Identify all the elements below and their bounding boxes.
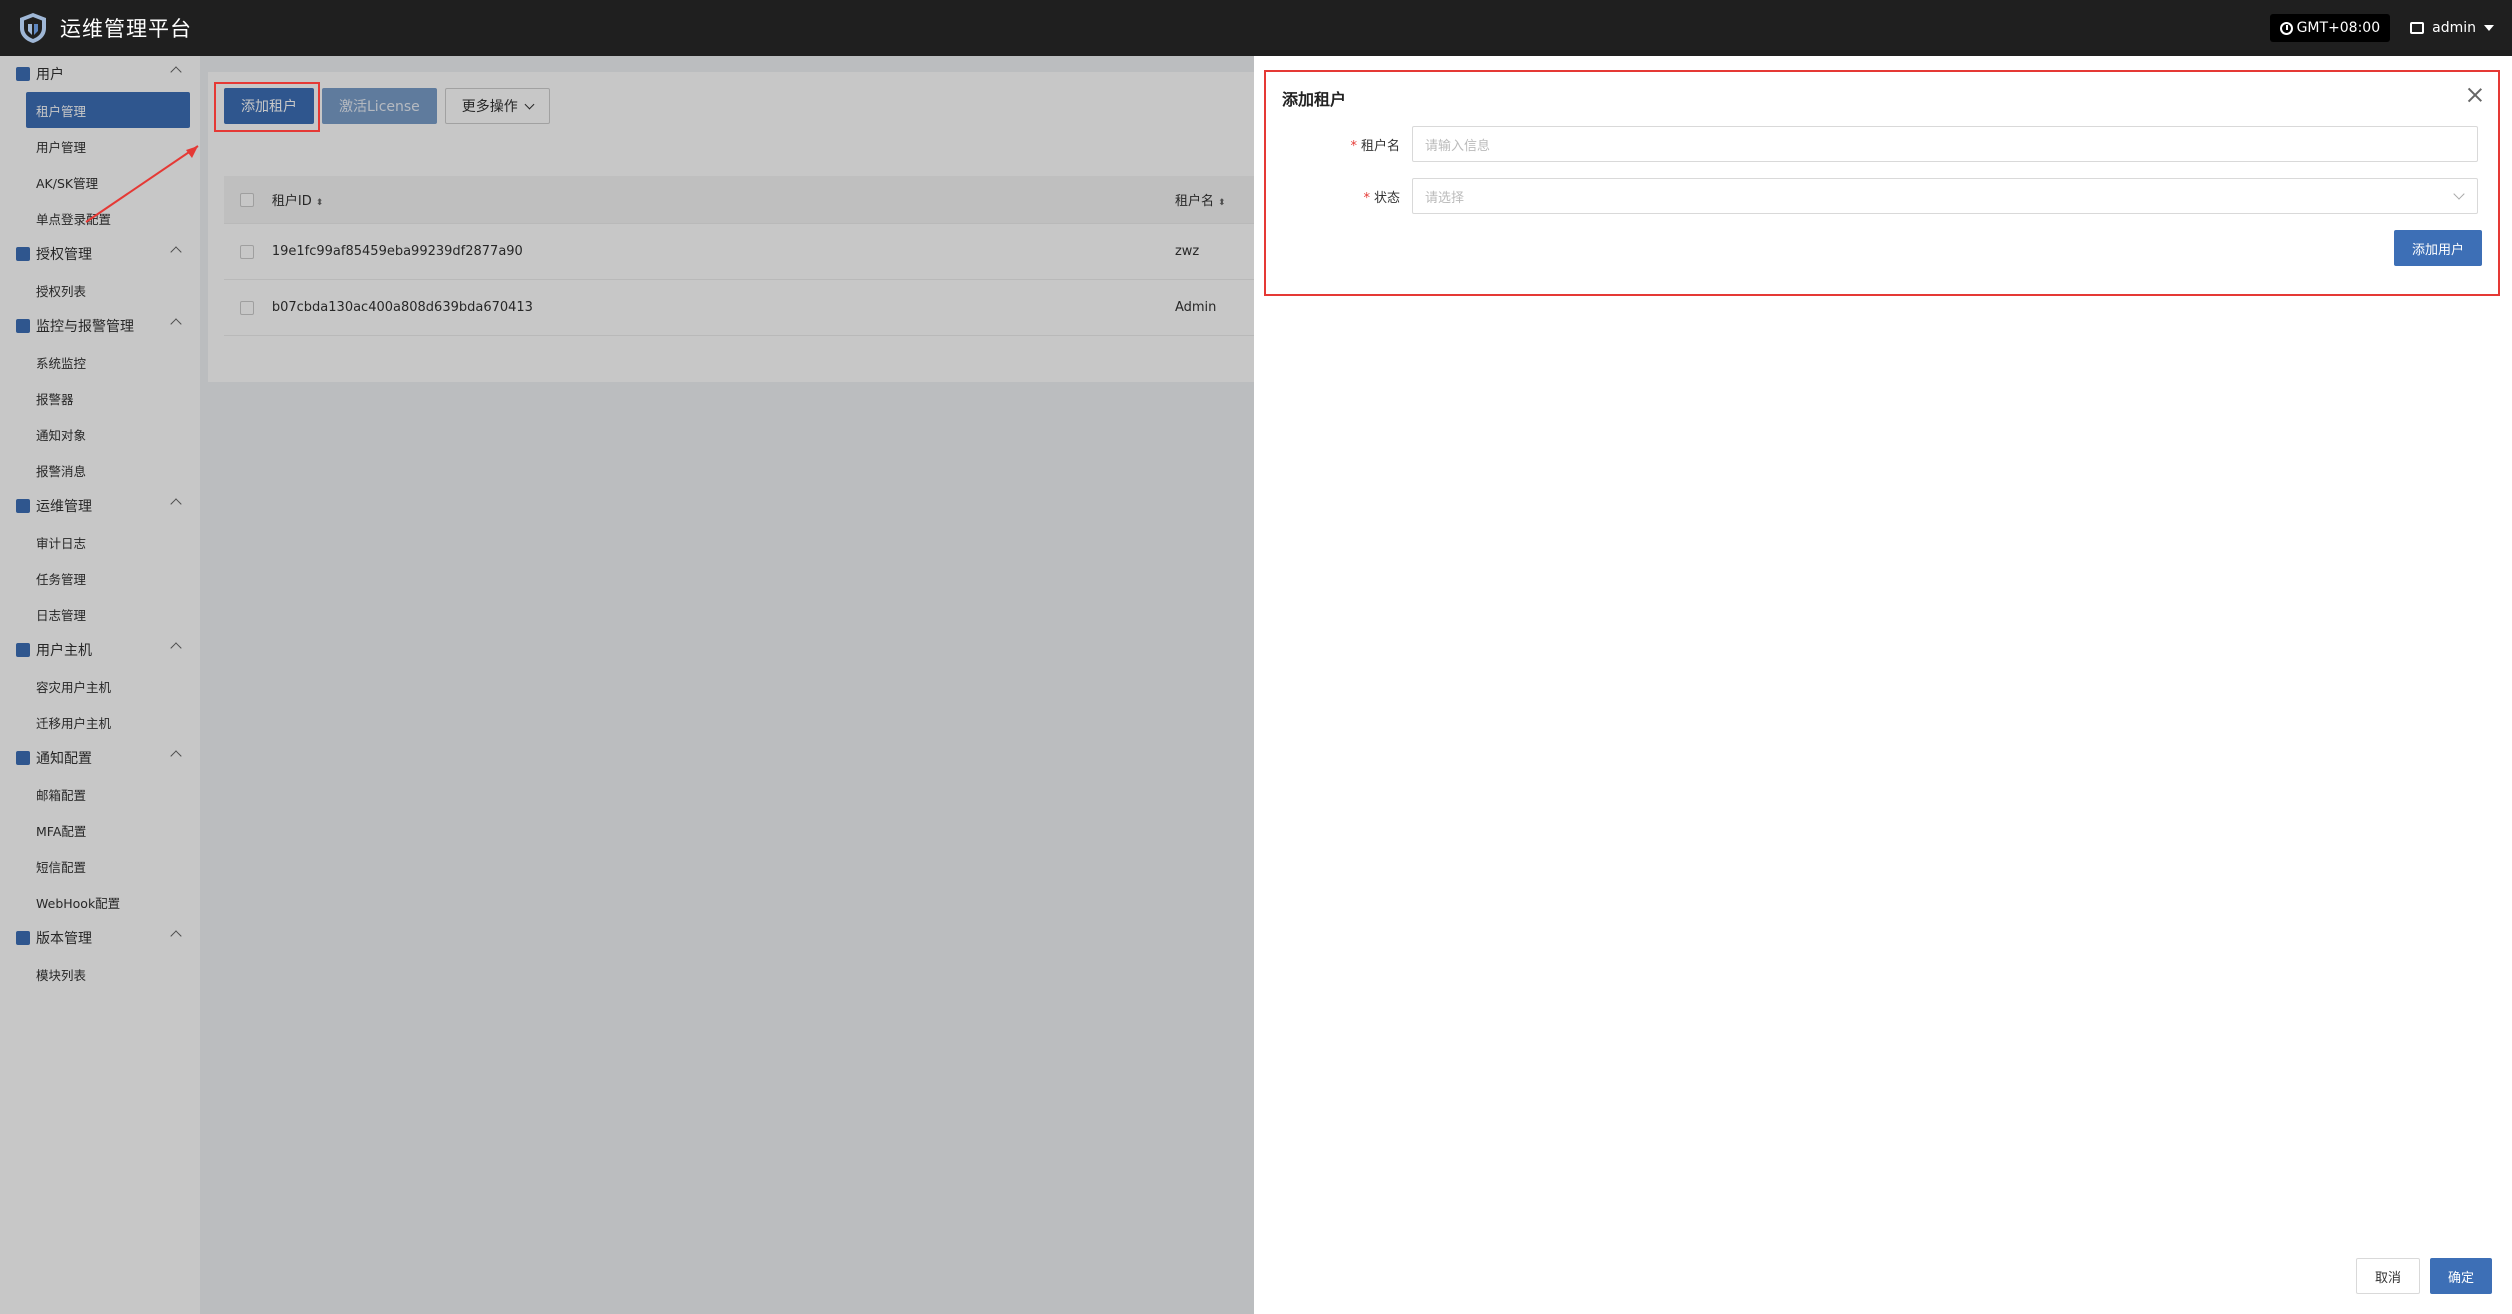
confirm-button[interactable]: 确定	[2429, 1258, 2492, 1294]
status-select[interactable]: 请选择	[1412, 178, 2478, 214]
drawer-highlight-frame: 添加租户 * 租户名 请输入信息 * 状态 请选择 添加用户	[1264, 70, 2500, 296]
drawer-footer: 取消 确定	[2355, 1258, 2492, 1294]
drawer-title: 添加租户	[1282, 90, 1347, 109]
chevron-down-icon	[2453, 188, 2465, 200]
add-user-button[interactable]: 添加用户	[2393, 230, 2482, 266]
status-label: * 状态	[1363, 190, 1400, 206]
close-icon[interactable]	[2466, 86, 2484, 104]
status-placeholder: 请选择	[1425, 190, 1465, 206]
tenant-name-input[interactable]: 请输入信息	[1412, 126, 2478, 162]
add-tenant-drawer: 添加租户 * 租户名 请输入信息 * 状态 请选择 添加用户 取消 确定	[1254, 56, 2512, 1314]
form-row-tenant-name: * 租户名 请输入信息	[1266, 126, 2502, 162]
cancel-button[interactable]: 取消	[2355, 1258, 2420, 1294]
form-row-status: * 状态 请选择	[1266, 178, 2502, 214]
tenant-name-label: * 租户名	[1350, 138, 1400, 154]
tenant-name-placeholder: 请输入信息	[1425, 138, 1491, 154]
